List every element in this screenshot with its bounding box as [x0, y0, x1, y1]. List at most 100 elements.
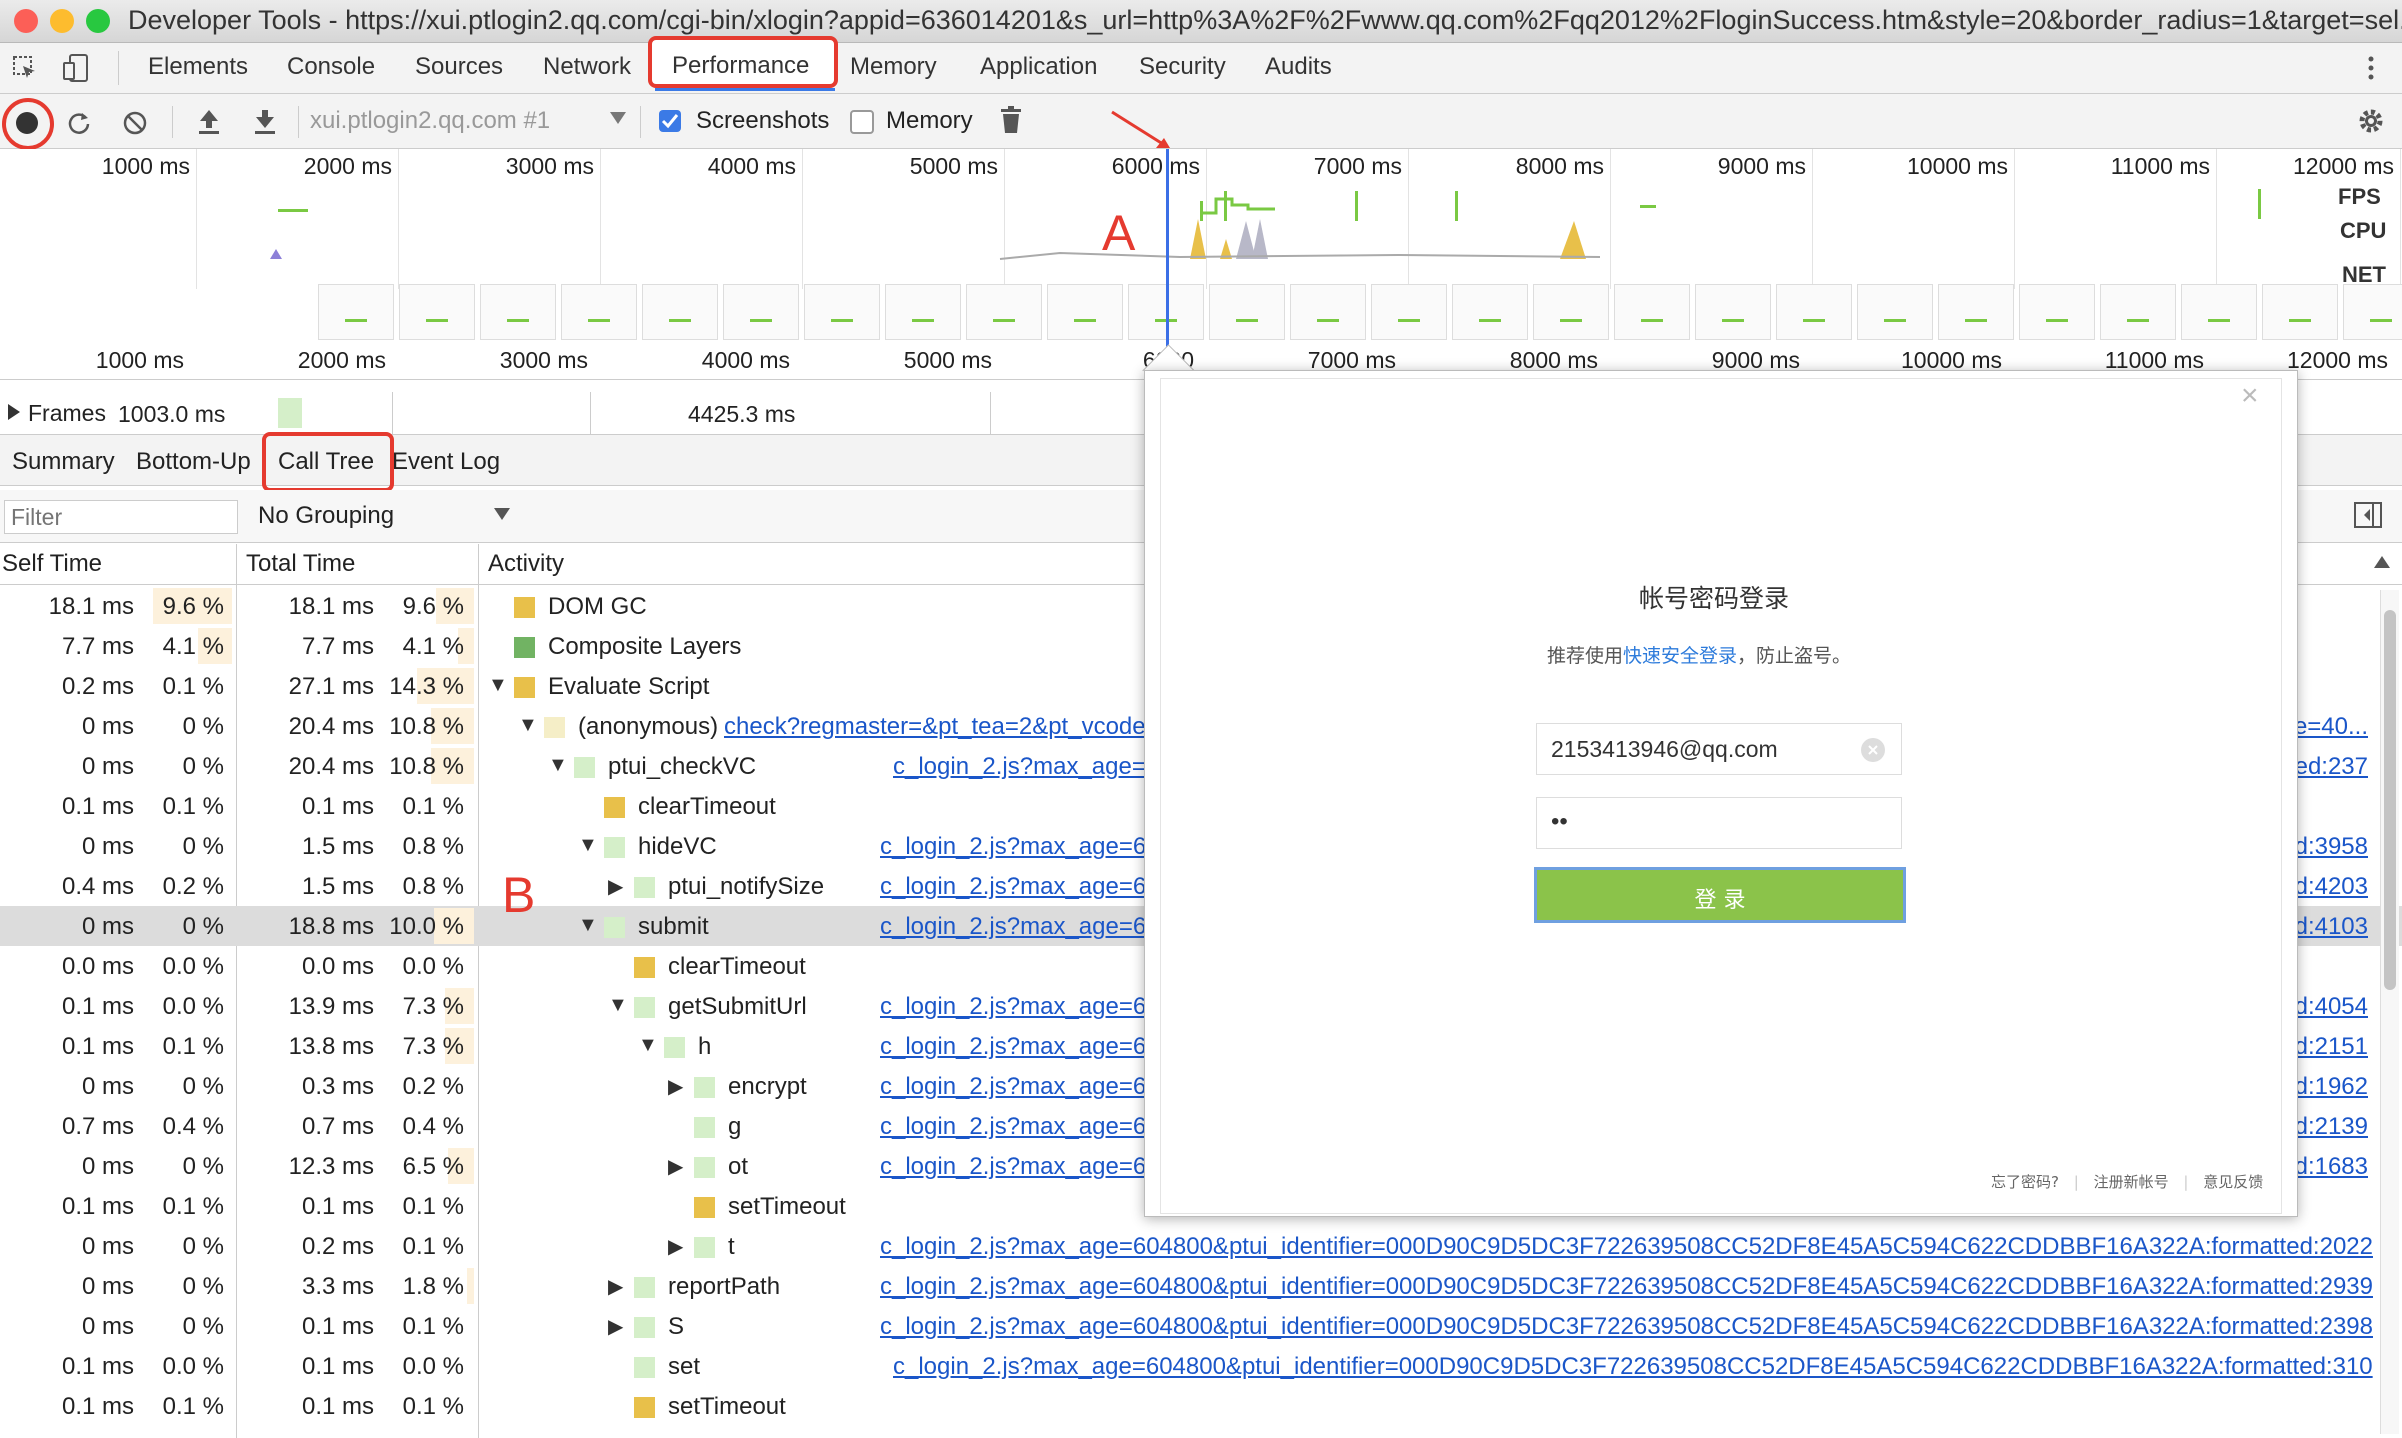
- save-profile-icon[interactable]: [252, 108, 278, 136]
- screenshot-thumbnail[interactable]: [1857, 284, 1933, 340]
- tab-security[interactable]: Security: [1139, 53, 1226, 81]
- tab-event-log[interactable]: Event Log: [392, 448, 500, 476]
- screenshot-thumbnail[interactable]: [1533, 284, 1609, 340]
- source-link[interactable]: c_login_2.js?max_age=: [893, 753, 1146, 781]
- source-link-line[interactable]: d:1683: [2295, 1153, 2368, 1181]
- tab-bottom-up[interactable]: Bottom-Up: [136, 448, 254, 476]
- screenshot-thumbnail[interactable]: [561, 284, 637, 340]
- tab-elements[interactable]: Elements: [148, 53, 248, 81]
- zoom-window-button[interactable]: [86, 9, 110, 33]
- source-link[interactable]: check?regmaster=&pt_tea=2&pt_vcode: [724, 713, 1146, 741]
- source-link[interactable]: c_login_2.js?max_age=604800&ptui_identif…: [880, 1233, 2373, 1261]
- tab-performance[interactable]: Performance: [672, 52, 809, 80]
- tab-console[interactable]: Console: [287, 53, 375, 81]
- sort-up-icon[interactable]: [2374, 556, 2390, 568]
- source-link-line[interactable]: d:1962: [2295, 1073, 2368, 1101]
- screenshot-thumbnail[interactable]: [966, 284, 1042, 340]
- device-toolbar-icon[interactable]: [62, 53, 90, 83]
- screenshot-thumbnail[interactable]: [723, 284, 799, 340]
- screenshot-thumbnail[interactable]: [804, 284, 880, 340]
- minimize-window-button[interactable]: [50, 9, 74, 33]
- table-row[interactable]: 0.1 ms 0.0 % 0.1 ms 0.0 % set c_login_2.js?ma…: [0, 1346, 2402, 1386]
- screenshot-thumbnail[interactable]: [1209, 284, 1285, 340]
- source-link-line[interactable]: ted:237: [2288, 753, 2368, 781]
- source-link-line[interactable]: d:2151: [2295, 1033, 2368, 1061]
- table-row[interactable]: 0 ms 0 % 0.2 ms 0.1 % ▶ t c_login_2.js?max_age…: [0, 1226, 2402, 1266]
- collapse-triangle-icon[interactable]: ▼: [578, 834, 598, 857]
- tab-application[interactable]: Application: [980, 53, 1097, 81]
- source-link[interactable]: c_login_2.js?max_age=6: [880, 993, 1146, 1021]
- source-link[interactable]: c_login_2.js?max_age=604800&ptui_identif…: [880, 1313, 2373, 1341]
- more-options-icon[interactable]: [2366, 53, 2376, 83]
- login-button[interactable]: 登 录: [1534, 867, 1906, 923]
- close-icon[interactable]: ×: [2241, 379, 2259, 413]
- screenshot-thumbnail[interactable]: [1614, 284, 1690, 340]
- screenshot-thumbnail[interactable]: [1290, 284, 1366, 340]
- source-link[interactable]: c_login_2.js?max_age=6: [880, 833, 1146, 861]
- screenshot-thumbnail[interactable]: [1938, 284, 2014, 340]
- header-activity[interactable]: Activity: [488, 550, 564, 578]
- tab-sources[interactable]: Sources: [415, 53, 503, 81]
- expand-triangle-icon[interactable]: [8, 404, 20, 420]
- username-field[interactable]: 2153413946@qq.com: [1536, 723, 1902, 775]
- collapse-triangle-icon[interactable]: ▼: [518, 714, 538, 737]
- table-row[interactable]: 0.1 ms 0.1 % 0.1 ms 0.1 % setTimeout: [0, 1386, 2402, 1426]
- close-window-button[interactable]: [14, 9, 38, 33]
- collapse-triangle-icon[interactable]: ▼: [608, 994, 628, 1017]
- inspect-element-icon[interactable]: [12, 55, 38, 81]
- screenshot-thumbnail[interactable]: [2019, 284, 2095, 340]
- source-link[interactable]: c_login_2.js?max_age=6: [880, 913, 1146, 941]
- source-link-line[interactable]: d:3958: [2295, 833, 2368, 861]
- source-link-line[interactable]: d:4103: [2295, 913, 2368, 941]
- source-link[interactable]: c_login_2.js?max_age=604800&ptui_identif…: [880, 1273, 2373, 1301]
- tab-audits[interactable]: Audits: [1265, 53, 1332, 81]
- screenshot-thumbnail[interactable]: [2262, 284, 2338, 340]
- memory-checkbox[interactable]: [850, 110, 874, 134]
- expand-triangle-icon[interactable]: ▶: [668, 1234, 683, 1259]
- expand-triangle-icon[interactable]: ▶: [668, 1154, 683, 1179]
- feedback-link[interactable]: 意见反馈: [2203, 1173, 2263, 1191]
- collapse-triangle-icon[interactable]: ▼: [578, 914, 598, 937]
- source-link-line[interactable]: d:4203: [2295, 873, 2368, 901]
- source-link[interactable]: c_login_2.js?max_age=6: [880, 1073, 1146, 1101]
- screenshot-thumbnail[interactable]: [885, 284, 961, 340]
- screenshot-thumbnail[interactable]: [1047, 284, 1123, 340]
- screenshot-thumbnail[interactable]: [480, 284, 556, 340]
- screenshot-thumbnail[interactable]: [399, 284, 475, 340]
- collapse-triangle-icon[interactable]: ▼: [548, 754, 568, 777]
- source-link[interactable]: c_login_2.js?max_age=604800&ptui_identif…: [893, 1353, 2373, 1381]
- reload-icon[interactable]: [66, 110, 92, 136]
- tab-memory[interactable]: Memory: [850, 53, 937, 81]
- collapse-triangle-icon[interactable]: ▼: [488, 674, 508, 697]
- header-self-time[interactable]: Self Time: [2, 550, 102, 578]
- screenshot-thumbnail[interactable]: [642, 284, 718, 340]
- source-link-line[interactable]: d:4054: [2295, 993, 2368, 1021]
- source-link[interactable]: c_login_2.js?max_age=6: [880, 873, 1146, 901]
- source-link[interactable]: c_login_2.js?max_age=6: [880, 1153, 1146, 1181]
- expand-triangle-icon[interactable]: ▶: [608, 1274, 623, 1299]
- toggle-sidebar-icon[interactable]: [2354, 502, 2382, 528]
- screenshot-thumbnail[interactable]: [2343, 284, 2402, 340]
- source-link[interactable]: c_login_2.js?max_age=6: [880, 1033, 1146, 1061]
- screenshots-checkbox[interactable]: [659, 110, 681, 132]
- screenshot-thumbnail[interactable]: [1371, 284, 1447, 340]
- screenshot-thumbnail[interactable]: [2100, 284, 2176, 340]
- expand-triangle-icon[interactable]: ▶: [608, 1314, 623, 1339]
- scrollbar-thumb[interactable]: [2384, 610, 2396, 990]
- screenshot-thumbnail[interactable]: [1695, 284, 1771, 340]
- chevron-down-icon[interactable]: [494, 508, 510, 520]
- register-link[interactable]: 注册新帐号: [2094, 1173, 2169, 1191]
- collapse-triangle-icon[interactable]: ▼: [638, 1034, 658, 1057]
- chevron-down-icon[interactable]: [610, 112, 626, 124]
- tab-summary[interactable]: Summary: [12, 448, 115, 476]
- source-link[interactable]: c_login_2.js?max_age=6: [880, 1113, 1146, 1141]
- screenshot-thumbnail[interactable]: [1776, 284, 1852, 340]
- quick-login-link[interactable]: 快速安全登录: [1623, 645, 1737, 667]
- screenshot-thumbnail[interactable]: [1452, 284, 1528, 340]
- password-field[interactable]: ••: [1536, 797, 1902, 849]
- source-link-line[interactable]: d:2139: [2295, 1113, 2368, 1141]
- target-select[interactable]: xui.ptlogin2.qq.com #1: [310, 107, 550, 135]
- tab-network[interactable]: Network: [543, 53, 631, 81]
- trash-icon[interactable]: [1000, 106, 1022, 134]
- record-button[interactable]: [16, 112, 38, 134]
